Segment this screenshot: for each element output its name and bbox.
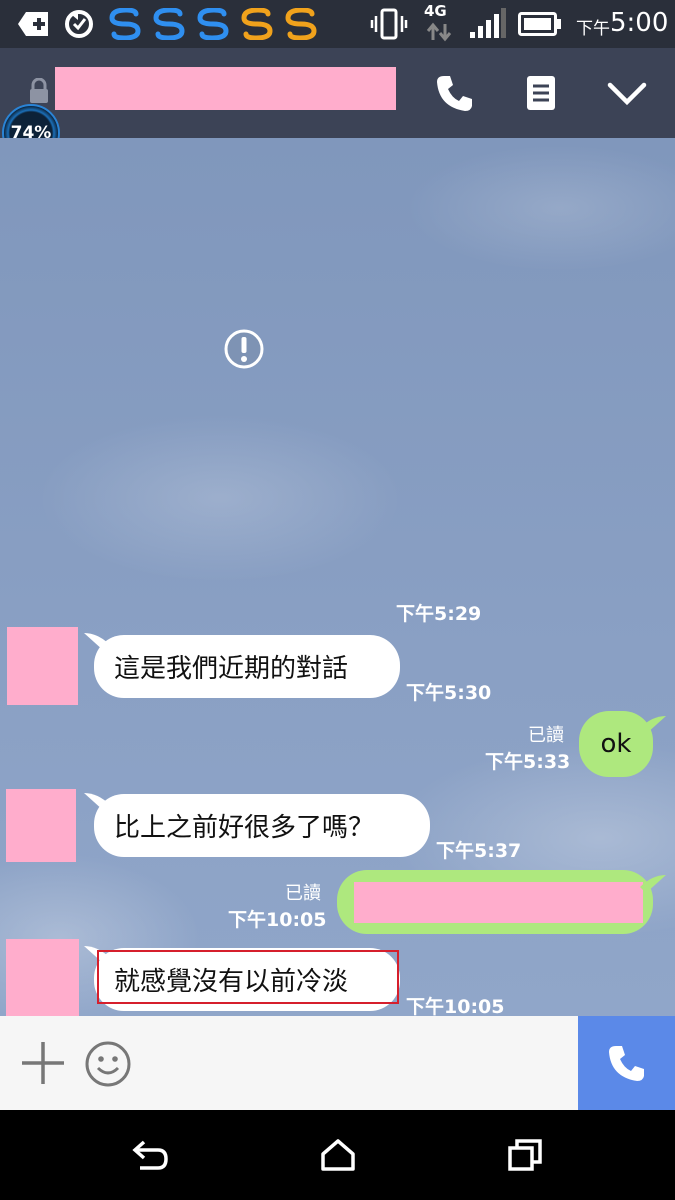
chat-area[interactable]: 下午5:29 這是我們近期的對話 下午5:30 已讀 下午5:33 ok 比上之… bbox=[0, 138, 675, 1016]
app-icon-orange bbox=[238, 7, 276, 44]
bubble-tail bbox=[640, 714, 666, 738]
call-icon bbox=[606, 1043, 646, 1087]
notes-icon[interactable] bbox=[526, 75, 556, 115]
message-text: ok bbox=[600, 729, 632, 759]
read-receipt: 已讀 bbox=[528, 725, 564, 746]
status-time: 5:00 bbox=[610, 8, 669, 38]
network-type: 4G bbox=[424, 2, 447, 20]
message-time: 下午10:05 bbox=[228, 909, 327, 931]
message-time: 下午5:29 bbox=[396, 603, 482, 625]
status-time-prefix: 下午 bbox=[576, 19, 610, 39]
incoming-message[interactable]: 比上之前好很多了嗎？ bbox=[94, 794, 430, 857]
avatar[interactable] bbox=[7, 627, 78, 705]
avatar[interactable] bbox=[6, 939, 79, 1016]
message-time: 下午10:05 bbox=[406, 996, 505, 1016]
app-icon-blue bbox=[194, 7, 232, 44]
message-time: 下午5:37 bbox=[436, 840, 522, 862]
outgoing-message[interactable] bbox=[337, 870, 653, 934]
phone-icon[interactable] bbox=[434, 73, 474, 117]
recent-apps-icon[interactable] bbox=[507, 1138, 543, 1176]
app-icon-orange bbox=[282, 7, 320, 44]
app-icon-blue bbox=[150, 7, 188, 44]
data-arrows-icon bbox=[426, 22, 452, 46]
signal-icon bbox=[468, 8, 506, 44]
message-text: 這是我們近期的對話 bbox=[114, 654, 349, 684]
incoming-message[interactable]: 這是我們近期的對話 bbox=[94, 635, 400, 698]
read-receipt: 已讀 bbox=[285, 883, 321, 904]
message-text: 比上之前好很多了嗎？ bbox=[114, 813, 375, 843]
home-icon[interactable] bbox=[320, 1138, 356, 1176]
message-time: 下午5:33 bbox=[485, 751, 571, 773]
contact-name-redacted[interactable] bbox=[55, 67, 396, 110]
back-icon[interactable] bbox=[132, 1140, 170, 1176]
call-button[interactable] bbox=[578, 1016, 675, 1110]
app-icon-blue bbox=[106, 7, 144, 44]
add-icon bbox=[18, 10, 50, 42]
vibrate-icon bbox=[370, 8, 408, 44]
battery-icon bbox=[518, 12, 562, 40]
chevron-down-icon[interactable] bbox=[607, 82, 647, 110]
input-bar bbox=[0, 1016, 675, 1110]
navigation-bar bbox=[0, 1110, 675, 1200]
alert-icon[interactable] bbox=[223, 328, 265, 374]
message-time: 下午5:30 bbox=[406, 682, 492, 704]
sync-icon bbox=[62, 7, 96, 45]
avatar[interactable] bbox=[6, 789, 76, 862]
highlight-box bbox=[97, 950, 399, 1004]
plus-icon[interactable] bbox=[20, 1040, 66, 1090]
message-text-redacted bbox=[354, 882, 643, 923]
chat-header bbox=[0, 48, 675, 138]
emoji-icon[interactable] bbox=[84, 1040, 132, 1092]
status-bar: 4G 下午 5:00 bbox=[0, 0, 675, 48]
bubble-tail bbox=[640, 873, 666, 897]
